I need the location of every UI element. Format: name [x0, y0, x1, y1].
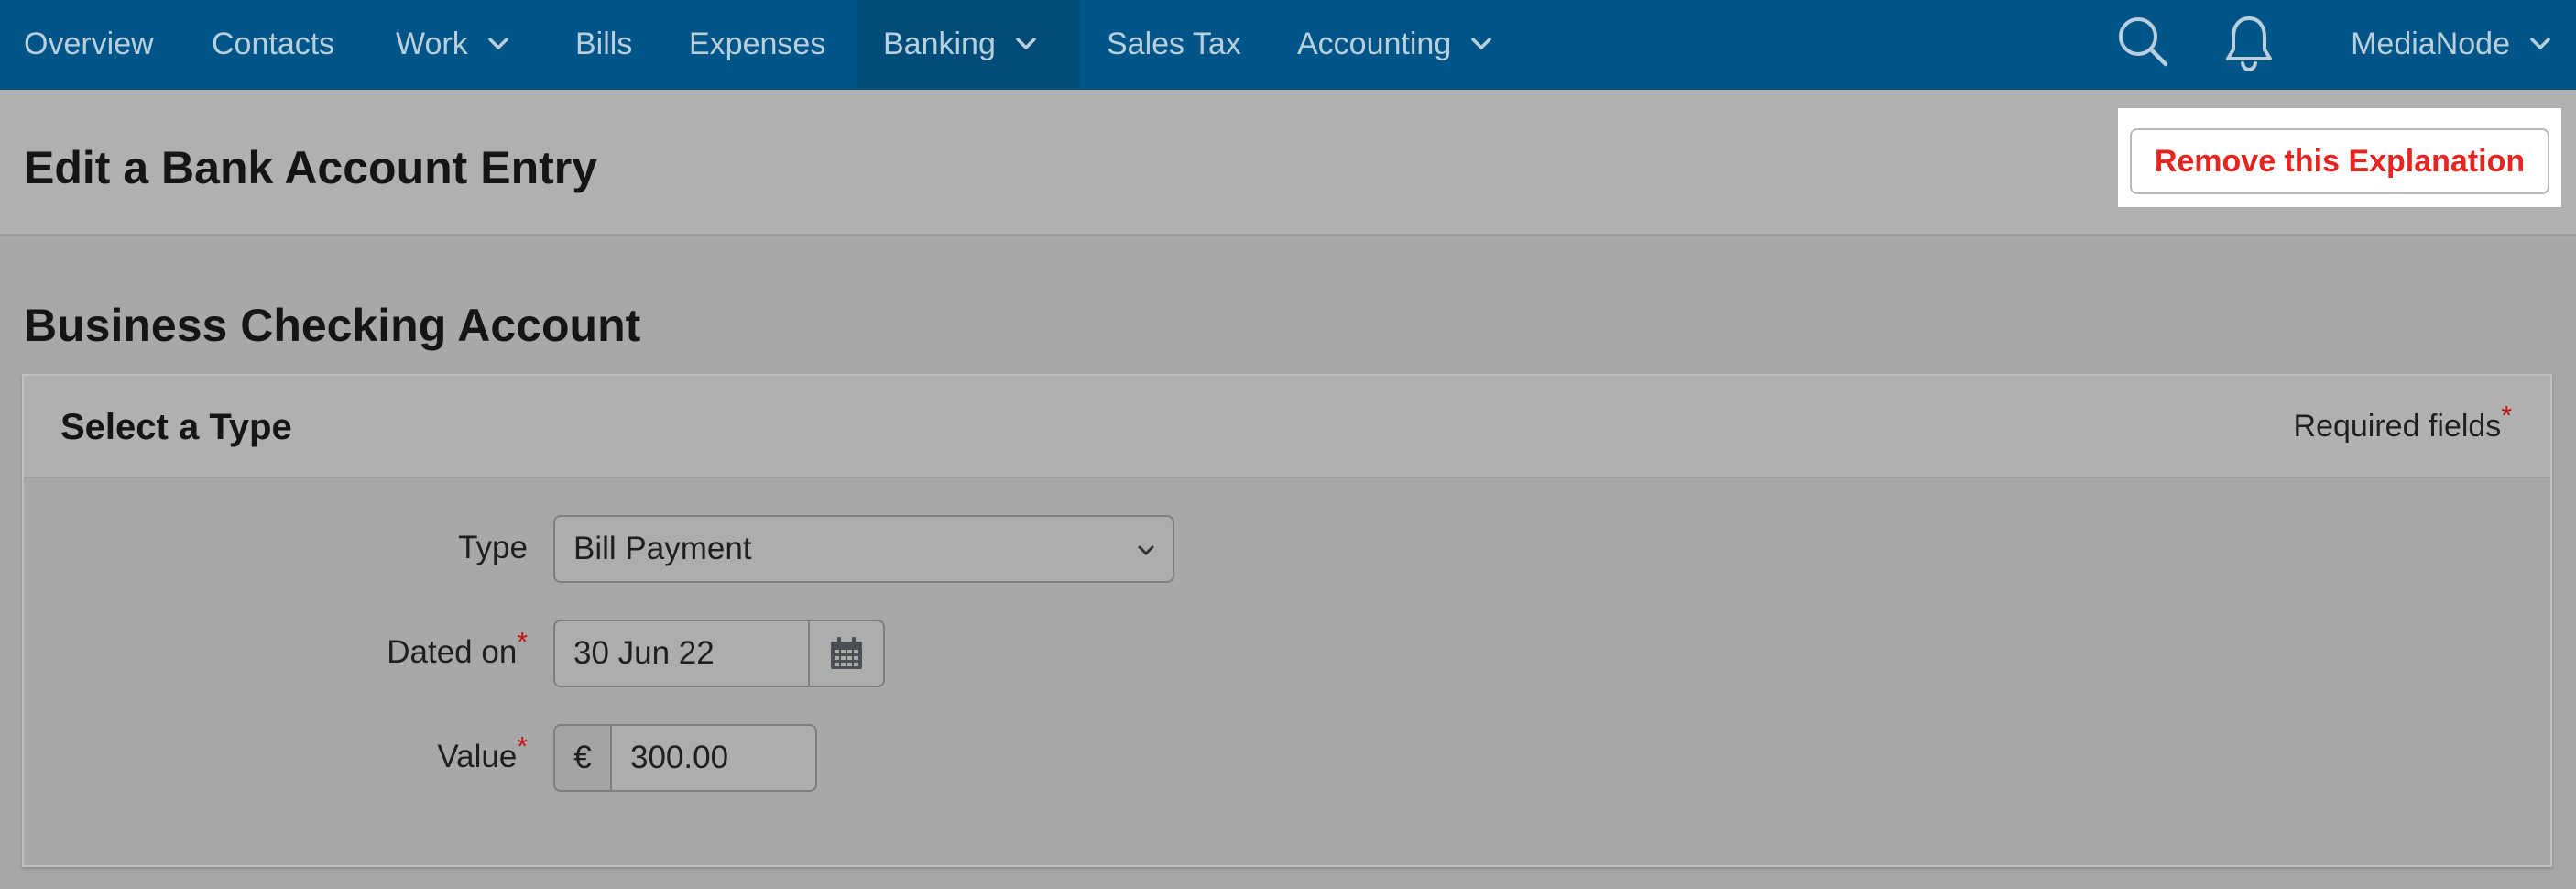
panel-header: Select a Type Required fields*	[24, 376, 2550, 478]
select-type-panel: Select a Type Required fields* Type Bill…	[22, 374, 2552, 867]
value-label-text: Value	[437, 739, 518, 774]
chevron-down-icon	[1471, 38, 1491, 49]
dated-on-value: 30 Jun 22	[573, 635, 715, 671]
type-label: Type	[70, 530, 528, 566]
nav-label: Expenses	[689, 26, 826, 61]
user-name: MediaNode	[2351, 26, 2510, 61]
search-icon[interactable]	[2114, 13, 2171, 70]
type-select[interactable]: Bill Payment	[553, 515, 1174, 583]
page-title: Edit a Bank Account Entry	[24, 142, 598, 193]
nav-label: Accounting	[1297, 26, 1452, 61]
chevron-down-icon	[2530, 38, 2550, 49]
nav-label: Bills	[575, 26, 633, 61]
required-star: *	[2501, 401, 2512, 432]
required-star: *	[517, 731, 528, 763]
remove-explanation-button[interactable]: Remove this Explanation	[2130, 128, 2549, 194]
chevron-down-icon	[1138, 545, 1154, 555]
type-select-value: Bill Payment	[573, 531, 752, 566]
nav-label: Contacts	[212, 26, 335, 61]
nav-label: Overview	[24, 26, 154, 61]
currency-symbol: €	[573, 740, 592, 775]
chevron-down-icon	[1016, 38, 1036, 49]
dated-on-label-text: Dated on	[387, 634, 518, 670]
nav-label: Work	[396, 26, 468, 61]
dated-on-label: Dated on*	[70, 629, 528, 671]
nav-label: Sales Tax	[1107, 26, 1241, 61]
required-fields-label: Required fields	[2293, 409, 2502, 444]
remove-button-highlight: Remove this Explanation	[2118, 108, 2561, 207]
required-fields-note: Required fields*	[2293, 402, 2512, 444]
chevron-down-icon	[487, 38, 508, 49]
calendar-button[interactable]	[808, 620, 885, 687]
nav-label: Banking	[883, 26, 996, 61]
account-title: Business Checking Account	[24, 300, 641, 351]
value-amount: 300.00	[630, 740, 729, 775]
nav-sales-tax[interactable]: Sales Tax	[1107, 0, 1241, 88]
type-label-text: Type	[458, 530, 528, 565]
nav-bills[interactable]: Bills	[575, 0, 632, 88]
panel-title: Select a Type	[60, 407, 292, 447]
nav-work[interactable]: Work	[396, 0, 512, 88]
nav-accounting[interactable]: Accounting	[1297, 0, 1495, 88]
calendar-icon	[831, 637, 862, 669]
nav-banking[interactable]: Banking	[857, 0, 1079, 88]
currency-addon: €	[553, 724, 610, 792]
value-label: Value*	[70, 733, 528, 775]
value-input[interactable]: 300.00	[610, 724, 817, 792]
nav-contacts[interactable]: Contacts	[212, 0, 334, 88]
required-star: *	[517, 627, 528, 658]
nav-overview[interactable]: Overview	[24, 0, 154, 88]
bell-icon[interactable]	[2221, 13, 2277, 73]
nav-expenses[interactable]: Expenses	[689, 0, 825, 88]
top-navigation: Overview Contacts Work Bills Expenses Ba…	[0, 0, 2576, 90]
user-menu[interactable]: MediaNode	[2351, 0, 2554, 88]
page-header: Edit a Bank Account Entry Remove this Ex…	[0, 90, 2576, 236]
dated-on-input[interactable]: 30 Jun 22	[553, 620, 808, 687]
